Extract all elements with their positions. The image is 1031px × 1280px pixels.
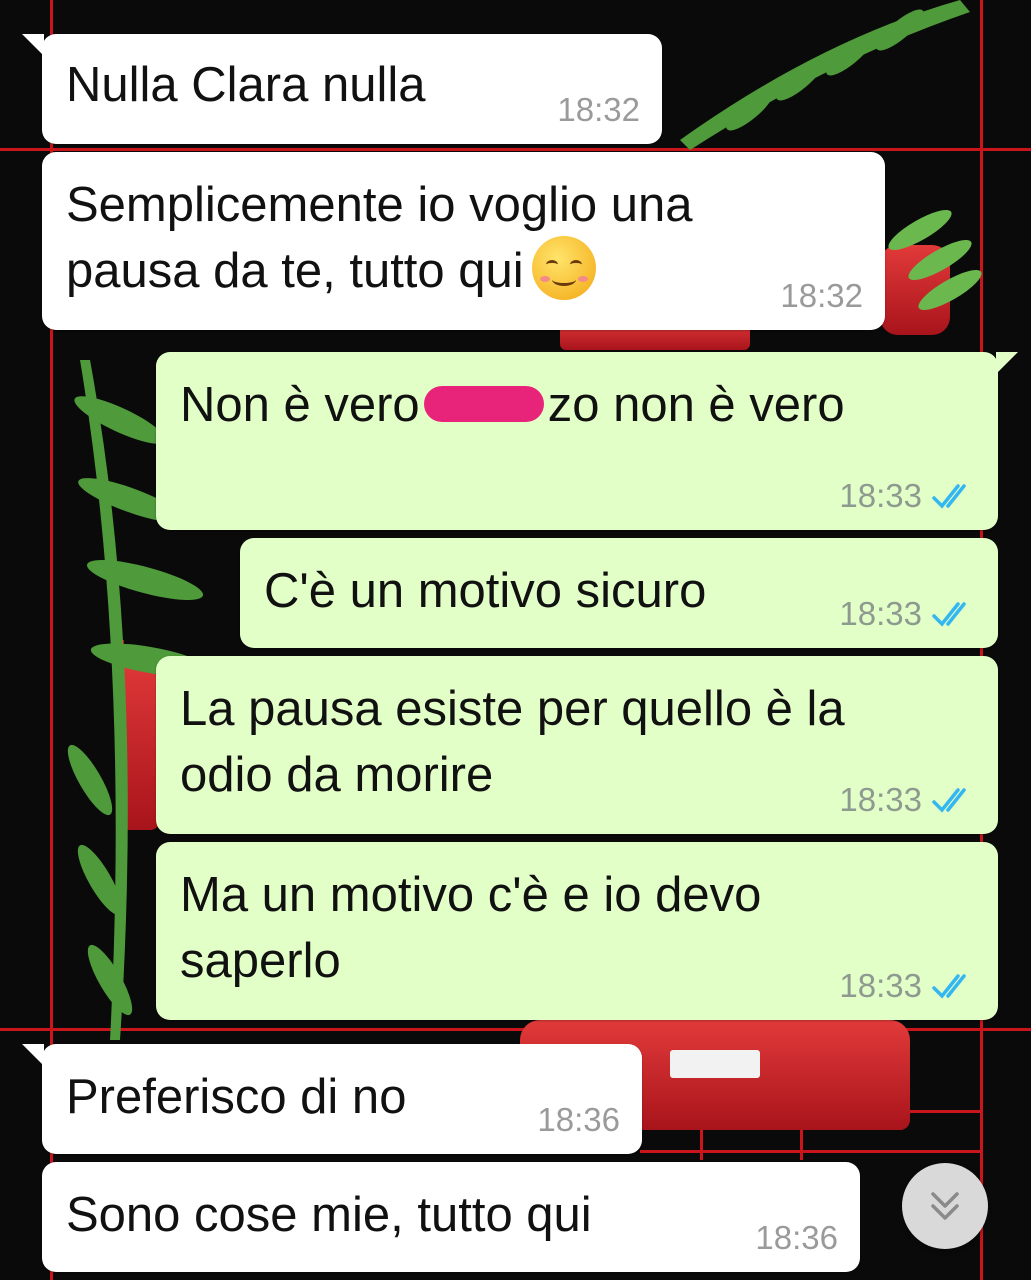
message-text-line: odio da morire xyxy=(180,748,494,802)
message-text: C'è un motivo sicuro xyxy=(264,564,707,618)
message-time: 18:36 xyxy=(537,1101,620,1138)
message-time: 18:33 xyxy=(839,595,922,632)
message-text: Sono cose mie, tutto qui xyxy=(66,1188,592,1242)
message-text-line: pausa da te, tutto qui xyxy=(66,236,596,306)
message-meta: 18:36 xyxy=(755,1220,838,1256)
message-text-line: La pausa esiste per quello è la xyxy=(180,682,845,736)
message-text-line: Ma un motivo c'è e io devo xyxy=(180,868,762,922)
message-time: 18:32 xyxy=(780,277,863,314)
message-meta: 18:32 xyxy=(557,92,640,128)
incoming-message[interactable]: Semplicemente io voglio una pausa da te,… xyxy=(42,152,885,330)
outgoing-message[interactable]: La pausa esiste per quello è la odio da … xyxy=(156,656,998,834)
message-text: Preferisco di no xyxy=(66,1070,407,1124)
message-text: Non è vero zo non è vero xyxy=(180,372,845,438)
bubble-tail xyxy=(22,34,44,56)
double-chevron-down-icon xyxy=(931,1192,959,1220)
smiling-face-icon xyxy=(531,236,596,301)
message-text-line: saperlo xyxy=(180,934,341,988)
message-text-part: Non è vero xyxy=(180,378,420,432)
bubble-tail xyxy=(996,352,1018,374)
scroll-to-bottom-button[interactable] xyxy=(902,1163,988,1249)
message-time: 18:33 xyxy=(839,477,922,514)
message-time: 18:32 xyxy=(557,91,640,128)
message-time: 18:33 xyxy=(839,781,922,818)
message-text-line-content: pausa da te, tutto qui xyxy=(66,244,524,298)
message-time: 18:33 xyxy=(839,967,922,1004)
outgoing-message[interactable]: Non è vero zo non è vero 18:33 xyxy=(156,352,1018,530)
message-text: Nulla Clara nulla xyxy=(66,58,426,112)
outgoing-message[interactable]: Ma un motivo c'è e io devo saperlo 18:33 xyxy=(156,842,998,1020)
message-meta: 18:32 xyxy=(780,278,863,314)
message-meta: 18:33 xyxy=(839,968,976,1004)
read-ticks-icon xyxy=(932,484,966,509)
message-meta: 18:36 xyxy=(537,1102,620,1138)
message-text-part: zo non è vero xyxy=(547,378,845,432)
read-ticks-icon xyxy=(932,788,966,813)
message-text-line: Semplicemente io voglio una xyxy=(66,178,693,232)
read-ticks-icon xyxy=(932,602,966,627)
wallpaper-grid-line xyxy=(640,1150,980,1153)
incoming-message[interactable]: Nulla Clara nulla 18:32 xyxy=(22,34,662,144)
read-ticks-icon xyxy=(932,974,966,999)
redaction-mark xyxy=(423,386,544,423)
message-time: 18:36 xyxy=(755,1219,838,1256)
incoming-message[interactable]: Sono cose mie, tutto qui 18:36 xyxy=(42,1162,860,1272)
message-meta: 18:33 xyxy=(839,478,976,514)
message-meta: 18:33 xyxy=(839,596,976,632)
fern-leaf-image xyxy=(680,0,970,150)
outgoing-message[interactable]: C'è un motivo sicuro 18:33 xyxy=(240,538,998,648)
fern-leaf-image xyxy=(888,210,982,310)
message-meta: 18:33 xyxy=(839,782,976,818)
license-plate xyxy=(670,1050,760,1078)
bubble-tail xyxy=(22,1044,44,1066)
incoming-message[interactable]: Preferisco di no 18:36 xyxy=(22,1044,642,1154)
